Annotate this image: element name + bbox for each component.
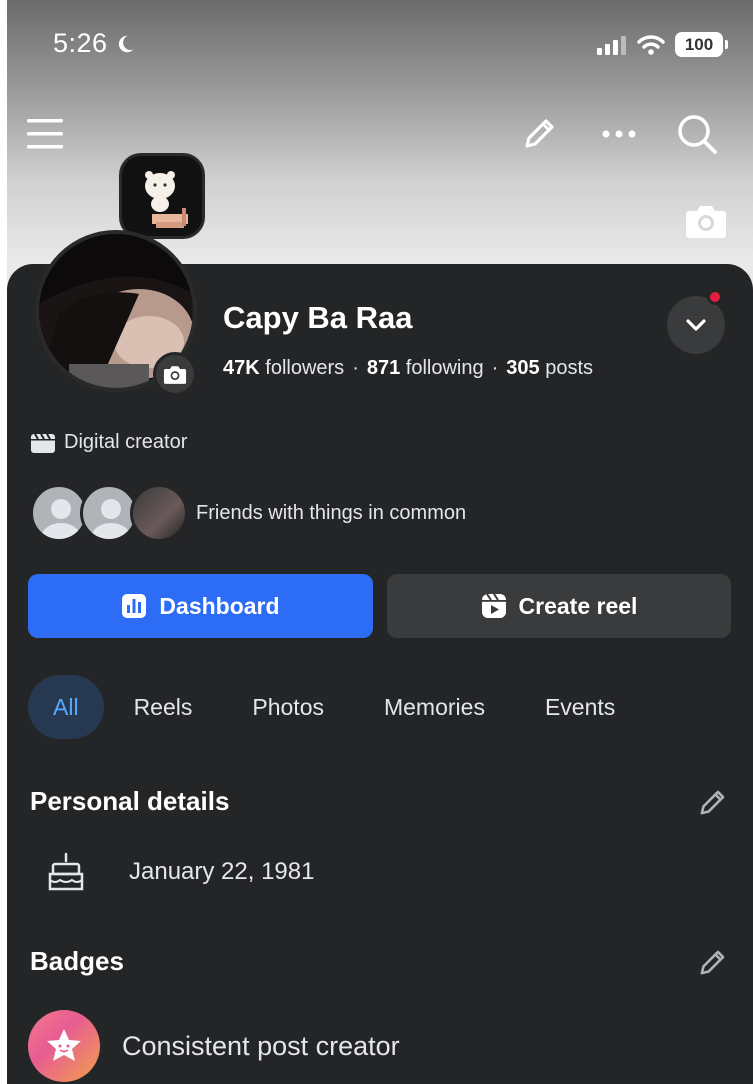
status-time: 5:26 — [53, 28, 136, 59]
wifi-icon — [637, 34, 665, 55]
more-options-icon[interactable] — [597, 112, 641, 156]
followers-stat[interactable]: 47K followers — [223, 357, 344, 379]
pencil-icon[interactable] — [517, 112, 561, 156]
posts-count: 305 — [506, 357, 540, 379]
edit-personal-details-pencil-icon[interactable] — [695, 786, 729, 820]
profile-tabs: All Reels Photos Memories Events — [28, 675, 645, 739]
story-image-icon — [122, 156, 202, 236]
birthday-row: January 22, 1981 — [47, 852, 314, 892]
followers-count: 47K — [223, 357, 260, 379]
posts-label: posts — [545, 357, 594, 379]
mutual-friends[interactable]: Friends with things in common — [30, 484, 466, 542]
badge-text: Consistent post creator — [122, 1030, 400, 1061]
friend-avatar-photo — [130, 484, 188, 542]
edit-badges-pencil-icon[interactable] — [695, 946, 729, 980]
status-time-text: 5:26 — [53, 28, 108, 58]
notification-dot — [707, 289, 723, 305]
reel-icon — [481, 593, 506, 618]
tab-events[interactable]: Events — [515, 675, 645, 739]
badges-title: Badges — [30, 946, 124, 976]
category-text: Digital creator — [64, 431, 188, 453]
tab-photos[interactable]: Photos — [222, 675, 354, 739]
search-icon[interactable] — [675, 112, 719, 156]
birthday-text: January 22, 1981 — [129, 858, 315, 885]
moon-icon — [118, 35, 133, 52]
hamburger-menu-icon[interactable] — [23, 112, 67, 156]
chevron-down-icon — [686, 319, 706, 331]
following-stat[interactable]: 871 following — [367, 357, 484, 379]
tab-memories[interactable]: Memories — [354, 675, 515, 739]
story-thumbnail[interactable] — [119, 153, 205, 239]
create-reel-label: Create reel — [518, 592, 638, 619]
star-badge-icon — [28, 1010, 100, 1082]
tab-all[interactable]: All — [28, 675, 104, 739]
camera-icon — [163, 365, 187, 384]
following-label: following — [405, 357, 484, 379]
status-indicators: 100 — [597, 32, 728, 57]
cover-photo-camera-icon[interactable] — [685, 202, 727, 240]
profile-name: Capy Ba Raa — [223, 300, 413, 335]
badge-item[interactable]: Consistent post creator — [28, 1010, 400, 1082]
dashboard-label: Dashboard — [159, 592, 280, 619]
avatar-camera-button[interactable] — [153, 352, 197, 396]
friends-text: Friends with things in common — [196, 501, 467, 524]
posts-stat[interactable]: 305 posts — [506, 357, 593, 379]
tab-reels[interactable]: Reels — [104, 675, 223, 739]
birthday-cake-icon — [48, 852, 84, 891]
create-reel-button[interactable]: Create reel — [387, 574, 731, 638]
dashboard-button[interactable]: Dashboard — [28, 574, 373, 638]
profile-category: Digital creator — [30, 431, 187, 454]
followers-label: followers — [265, 357, 345, 379]
separator-dot: · — [352, 357, 359, 379]
personal-details-title: Personal details — [30, 786, 230, 816]
following-count: 871 — [366, 357, 401, 379]
profile-screen: 5:26 100 Capy Ba Raa 47K followers · 871… — [7, 0, 753, 1084]
signal-icon — [597, 35, 626, 55]
battery-indicator: 100 — [675, 32, 728, 57]
separator-dot: · — [491, 357, 499, 379]
clapperboard-icon — [31, 432, 55, 453]
profile-stats: 47K followers · 871 following · 305 posts — [223, 357, 593, 380]
dashboard-chart-icon — [122, 594, 147, 618]
